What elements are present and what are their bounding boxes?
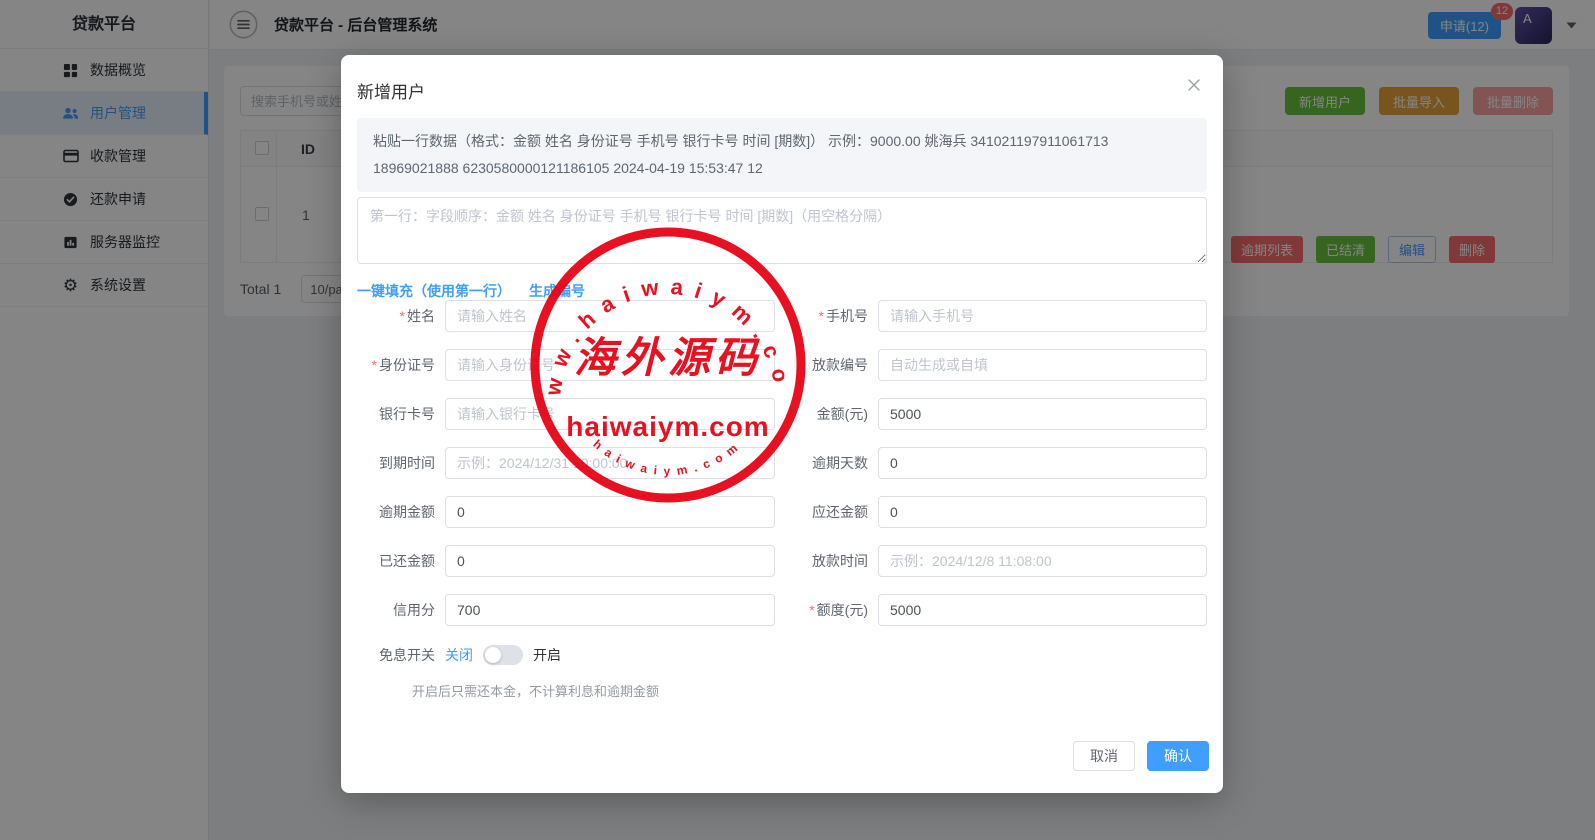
- field-label-bank-card: 银行卡号: [357, 398, 445, 430]
- field-label-loan-no: 放款编号: [775, 349, 878, 381]
- paste-data-textarea[interactable]: [357, 197, 1207, 264]
- field-label-repaid-amount: 已还金额: [357, 545, 445, 577]
- field-label-overdue-days: 逾期天数: [775, 447, 878, 479]
- close-icon[interactable]: [1185, 76, 1203, 94]
- interest-free-hint: 开启后只需还本金，不计算利息和逾期金额: [412, 681, 1210, 700]
- field-label: 免息开关: [357, 645, 445, 665]
- due-time-input[interactable]: [445, 447, 775, 479]
- amount-input[interactable]: [878, 398, 1207, 430]
- cancel-button[interactable]: 取消: [1073, 741, 1135, 771]
- credit-limit-input[interactable]: [878, 594, 1207, 626]
- toggle-off-label: 关闭: [445, 645, 473, 665]
- confirm-button[interactable]: 确认: [1147, 741, 1209, 771]
- required-asterisk: *: [819, 308, 824, 324]
- field-label-phone: *手机号: [775, 300, 878, 332]
- interest-free-toggle[interactable]: [483, 645, 523, 665]
- field-label-name: *姓名: [357, 300, 445, 332]
- field-label-id-number: *身份证号: [357, 349, 445, 381]
- phone-input[interactable]: [878, 300, 1207, 332]
- field-label-amount: 金额(元): [775, 398, 878, 430]
- user-form: *姓名 *手机号 *身份证号 放款编号银行卡号 金额(元) 到期时间 逾期天数逾期金额 应还金…: [357, 300, 1210, 700]
- field-label-loan-time: 放款时间: [775, 545, 878, 577]
- required-asterisk: *: [809, 602, 814, 618]
- overdue-days-input[interactable]: [878, 447, 1207, 479]
- field-label-due-time: 到期时间: [357, 447, 445, 479]
- interest-free-row: 免息开关 关闭 开启: [357, 643, 1210, 667]
- one-click-fill-link[interactable]: 一键填充（使用第一行）: [357, 281, 511, 301]
- id-number-input[interactable]: [445, 349, 775, 381]
- add-user-dialog: 新增用户 粘贴一行数据（格式：金额 姓名 身份证号 手机号 银行卡号 时间 [期…: [341, 55, 1223, 793]
- overdue-amount-input[interactable]: [445, 496, 775, 528]
- required-asterisk: *: [372, 357, 377, 373]
- repaid-amount-input[interactable]: [445, 545, 775, 577]
- field-label-credit-limit: *额度(元): [775, 594, 878, 626]
- required-asterisk: *: [400, 308, 405, 324]
- dialog-title: 新增用户: [357, 78, 425, 103]
- paste-format-hint: 粘贴一行数据（格式：金额 姓名 身份证号 手机号 银行卡号 时间 [期数]） 示…: [357, 118, 1207, 192]
- name-input[interactable]: [445, 300, 775, 332]
- loan-time-input[interactable]: [878, 545, 1207, 577]
- field-label-credit-score: 信用分: [357, 594, 445, 626]
- generate-number-link[interactable]: 生成编号: [529, 281, 585, 301]
- bank-card-input[interactable]: [445, 398, 775, 430]
- repayable-amount-input[interactable]: [878, 496, 1207, 528]
- credit-score-input[interactable]: [445, 594, 775, 626]
- loan-no-input[interactable]: [878, 349, 1207, 381]
- toggle-on-label: 开启: [533, 645, 561, 665]
- field-label-repayable-amount: 应还金额: [775, 496, 878, 528]
- field-label-overdue-amount: 逾期金额: [357, 496, 445, 528]
- modal-form: *姓名 *手机号 *身份证号 放款编号银行卡号 金额(元) 到期时间 逾期天数逾期金额 应还金…: [357, 300, 1210, 626]
